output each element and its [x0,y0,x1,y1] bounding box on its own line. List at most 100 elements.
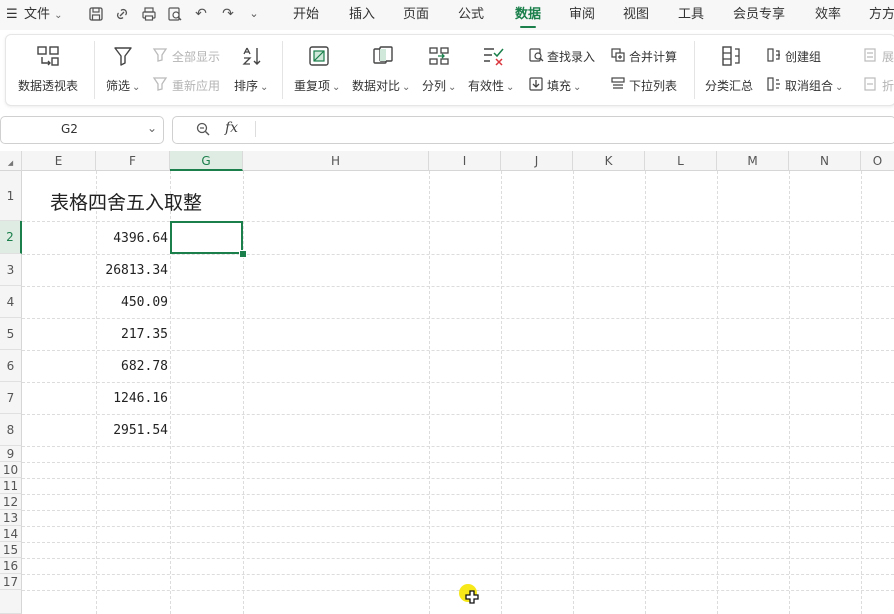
column-header-e[interactable]: E [22,151,96,171]
undo-icon[interactable]: ↶ [193,6,209,22]
selected-cell-g2[interactable] [170,221,243,254]
tab-page[interactable]: 页面 [403,0,429,30]
gridline [22,494,894,495]
separator [255,121,256,137]
tab-member[interactable]: 会员专享 [733,0,785,30]
data-compare-button[interactable]: 数据对比 [352,77,410,94]
gridline [22,414,894,415]
row-header-11[interactable]: 11 [0,478,22,494]
expand-detail-button[interactable]: 展 [882,48,894,65]
row-header-15[interactable]: 15 [0,542,22,558]
fill-handle[interactable] [239,250,247,258]
link-icon[interactable] [114,6,130,22]
row-header-14[interactable]: 14 [0,526,22,542]
data-cell-f6[interactable]: 682.78 [96,359,168,374]
data-cell-f2[interactable]: 4396.64 [96,231,168,246]
column-header-n[interactable]: N [789,151,861,171]
tab-tools[interactable]: 工具 [678,0,704,30]
show-all-button[interactable]: 全部显示 [172,48,220,65]
ungroup-icon [766,76,782,95]
subtotal-icon [720,45,742,70]
collapse-detail-button[interactable]: 折 [882,77,894,94]
gridline [22,558,894,559]
row-header-4[interactable]: 4 [0,286,22,318]
more-chevron-icon[interactable]: ⌄ [246,6,262,22]
data-cell-f5[interactable]: 217.35 [96,327,168,342]
column-header-g[interactable]: G [170,151,243,171]
data-cell-f3[interactable]: 26813.34 [96,263,168,278]
tab-review[interactable]: 审阅 [569,0,595,30]
tab-insert[interactable]: 插入 [349,0,375,30]
row-header-5[interactable]: 5 [0,318,22,350]
name-box[interactable]: G2 ⌄ [0,116,164,144]
column-header-m[interactable]: M [717,151,789,171]
gridline [22,446,894,447]
tab-data[interactable]: 数据 [514,0,542,30]
column-header-k[interactable]: K [573,151,645,171]
row-header-17[interactable]: 17 [0,574,22,590]
row-header-10[interactable]: 10 [0,462,22,478]
create-group-button[interactable]: 创建组 [785,48,821,65]
row-header-2[interactable]: 2 [0,221,22,254]
reapply-button[interactable]: 重新应用 [172,77,220,94]
file-menu[interactable]: 文件 ⌄ [24,0,63,30]
consolidate-button[interactable]: 合并计算 [629,48,677,65]
subtotal-button[interactable]: 分类汇总 [705,77,753,94]
ungroup-button[interactable]: 取消组合 [785,77,843,94]
formula-input-area[interactable]: fx [172,116,894,144]
data-cell-f4[interactable]: 450.09 [96,295,168,310]
collapse-detail-icon [863,76,879,95]
split-column-button[interactable]: 分列 [422,77,456,94]
lookup-entry-button[interactable]: 查找录入 [547,48,595,65]
gridline [717,171,718,614]
tab-view[interactable]: 视图 [623,0,649,30]
validity-button[interactable]: 有效性 [468,77,514,94]
zoom-formula-icon[interactable] [195,121,211,140]
expand-detail-icon [863,47,879,66]
row-header-6[interactable]: 6 [0,350,22,382]
tab-start[interactable]: 开始 [293,0,319,30]
column-header-h[interactable]: H [243,151,429,171]
dropdown-list-button[interactable]: 下拉列表 [629,77,677,94]
fill-button[interactable]: 填充 [547,77,581,94]
mouse-cursor-icon [458,583,484,612]
filter-button[interactable]: 筛选 [106,77,140,94]
row-header-13[interactable]: 13 [0,510,22,526]
column-header-i[interactable]: I [429,151,501,171]
tab-fangfang[interactable]: 方方 [869,0,894,30]
tab-efficiency[interactable]: 效率 [815,0,841,30]
sort-button[interactable]: 排序 [234,77,268,94]
column-header-f[interactable]: F [96,151,170,171]
gridline [22,221,894,222]
gridline [22,350,894,351]
row-header-7[interactable]: 7 [0,382,22,414]
redo-icon[interactable]: ↷ [220,6,236,22]
column-header-l[interactable]: L [645,151,717,171]
data-cell-f8[interactable]: 2951.54 [96,423,168,438]
column-header-o[interactable]: O [861,151,894,171]
select-all-corner[interactable]: ◢ [0,151,22,171]
spreadsheet-grid: ◢ E F G H I J K L M N O 1 2 3 4 5 6 7 8 … [0,151,894,614]
row-header-16[interactable]: 16 [0,558,22,574]
row-header-1[interactable]: 1 [0,171,22,221]
sheet-title-cell[interactable]: 表格四舍五入取整 [50,188,202,215]
row-header-8[interactable]: 8 [0,414,22,446]
insert-function-button[interactable]: fx [225,120,238,136]
chevron-down-icon[interactable]: ⌄ [147,121,157,135]
pivot-table-button[interactable]: 数据透视表 [18,77,78,94]
hamburger-menu-icon[interactable]: ☰ [6,0,18,30]
data-compare-icon [372,45,394,70]
duplicates-button[interactable]: 重复项 [294,77,340,94]
row-header-9[interactable]: 9 [0,446,22,462]
save-icon[interactable] [88,6,104,22]
data-cell-f7[interactable]: 1246.16 [96,391,168,406]
row-header-12[interactable]: 12 [0,494,22,510]
row-header-3[interactable]: 3 [0,254,22,286]
tab-formula[interactable]: 公式 [458,0,484,30]
gridline [573,171,574,614]
column-header-j[interactable]: J [501,151,573,171]
print-icon[interactable] [141,6,157,22]
print-preview-icon[interactable] [167,6,183,22]
gridline [429,171,430,614]
gridline [861,171,862,614]
